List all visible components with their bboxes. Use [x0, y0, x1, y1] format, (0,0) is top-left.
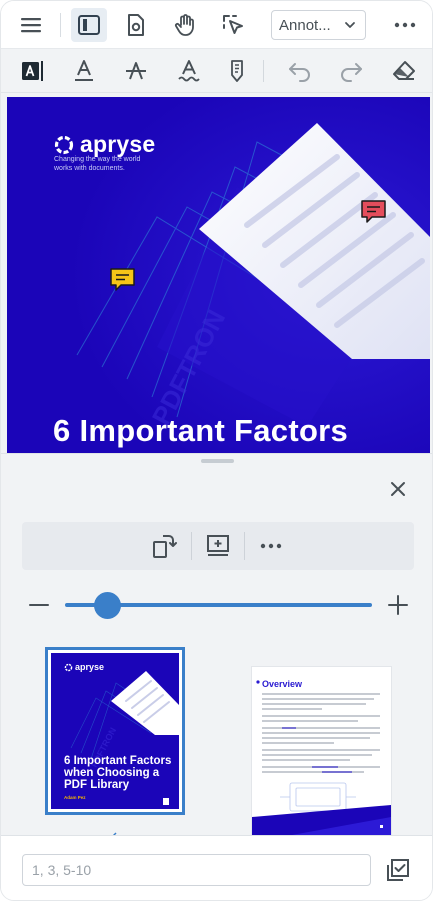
cover-title: 6 Important Factors — [53, 413, 349, 448]
comment-yellow-icon[interactable] — [109, 267, 136, 292]
thumbnail-1-author: Adam Pez — [64, 795, 86, 800]
more-operations-button[interactable] — [256, 531, 286, 561]
more-horizontal-icon — [394, 22, 416, 28]
cover-tagline: Changing the way the world works with do… — [54, 156, 141, 172]
app-frame: Annot... PDFTRON apryse Changing the way… — [0, 0, 433, 901]
underline-icon — [75, 60, 93, 81]
strikeout-tool-button[interactable] — [119, 54, 153, 88]
hamburger-icon — [21, 18, 41, 33]
select-button[interactable] — [215, 8, 251, 42]
panel-drag-handle[interactable] — [201, 459, 234, 463]
document-viewer[interactable]: PDFTRON apryse Changing the way the worl… — [1, 93, 432, 453]
thumbnail-1-title: 6 Important Factors when Choosing a PDF … — [64, 755, 172, 791]
thumbnail-1-logo: apryse — [64, 662, 104, 672]
thumbnail-zoom-slider-thumb[interactable] — [94, 592, 121, 619]
apryse-logo-icon — [54, 135, 74, 154]
more-horizontal-icon — [260, 543, 282, 549]
page-thumbnail-1[interactable]: PDFTRON apryse 6 Important Factors when … — [45, 647, 185, 815]
document-page[interactable]: PDFTRON apryse Changing the way the worl… — [7, 97, 430, 453]
tools-bar — [1, 49, 432, 93]
close-icon — [391, 482, 405, 496]
redo-icon — [341, 63, 362, 82]
sidebar-panel-icon — [78, 15, 100, 35]
rotate-page-icon — [153, 535, 177, 558]
operations-divider — [244, 532, 245, 560]
eraser-tool-button[interactable] — [387, 54, 421, 88]
pan-button[interactable] — [167, 8, 203, 42]
hand-icon — [174, 14, 194, 36]
thumbnail-1-image: PDFTRON apryse 6 Important Factors when … — [51, 653, 179, 809]
document-gear-icon — [128, 14, 144, 36]
page-settings-button[interactable] — [118, 8, 154, 42]
header-divider — [60, 13, 61, 37]
mode-selector-value: Annot... — [279, 16, 331, 34]
tools-divider — [263, 60, 264, 82]
sticky-note-icon — [231, 60, 243, 82]
header: Annot... — [1, 1, 432, 49]
page-operations-bar — [22, 522, 414, 570]
insert-page-button[interactable] — [203, 531, 233, 561]
multi-select-button[interactable] — [385, 857, 411, 883]
operations-divider — [191, 532, 192, 560]
eraser-icon — [393, 61, 415, 80]
rotate-page-button[interactable] — [149, 531, 179, 561]
squiggly-tool-button[interactable] — [172, 54, 206, 88]
thumbnail-2-artwork — [252, 680, 391, 835]
zoom-out-button[interactable] — [28, 594, 50, 616]
cursor-selection-icon — [223, 15, 243, 34]
redo-button[interactable] — [334, 54, 368, 88]
undo-icon — [289, 63, 310, 82]
comment-red-icon[interactable] — [360, 199, 387, 224]
panel-footer — [1, 835, 432, 900]
cover-logo-text: apryse — [80, 131, 156, 157]
page-manipulation-panel: PDFTRON apryse 6 Important Factors when … — [1, 453, 432, 900]
free-text-tool-button[interactable] — [15, 54, 49, 88]
squiggly-icon — [178, 60, 200, 82]
strikeout-icon — [126, 62, 146, 80]
mode-selector[interactable]: Annot... — [271, 10, 366, 40]
zoom-in-button[interactable] — [387, 594, 409, 616]
checkbox-multiple-icon — [387, 859, 409, 881]
plus-icon — [388, 595, 408, 615]
left-panel-button[interactable] — [71, 8, 107, 42]
thumbnail-1-logo-text: apryse — [75, 662, 105, 672]
more-options-button[interactable] — [387, 8, 423, 42]
page-thumbnail-2[interactable]: Overview — [252, 667, 391, 835]
text-box-icon — [22, 61, 43, 81]
menu-button[interactable] — [13, 8, 49, 42]
close-panel-button[interactable] — [385, 476, 411, 502]
chevron-down-icon — [345, 22, 355, 28]
cover-logo: apryse — [53, 131, 155, 158]
sticky-note-tool-button[interactable] — [220, 54, 254, 88]
underline-tool-button[interactable] — [67, 54, 101, 88]
insert-page-icon — [207, 535, 229, 556]
thumbnail-2-heading: Overview — [262, 679, 303, 689]
undo-button[interactable] — [283, 54, 317, 88]
page-range-input[interactable] — [22, 854, 371, 886]
apryse-logo-icon — [64, 663, 73, 671]
